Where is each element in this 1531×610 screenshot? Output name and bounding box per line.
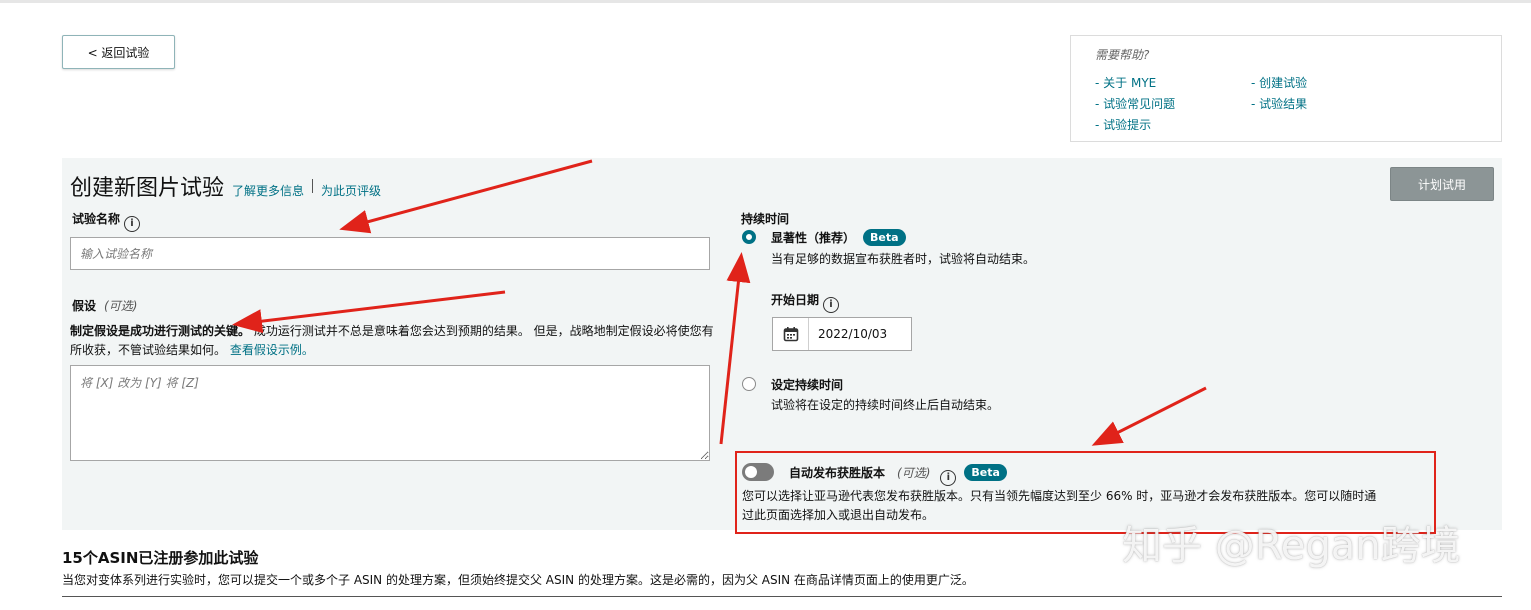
arrow-to-name-input — [339, 159, 593, 234]
annotation-arrows — [232, 159, 1207, 446]
arrow-to-hypothesis — [232, 290, 506, 334]
arrow-to-auto-publish — [1091, 386, 1207, 446]
arrow-to-significance — [719, 252, 751, 445]
